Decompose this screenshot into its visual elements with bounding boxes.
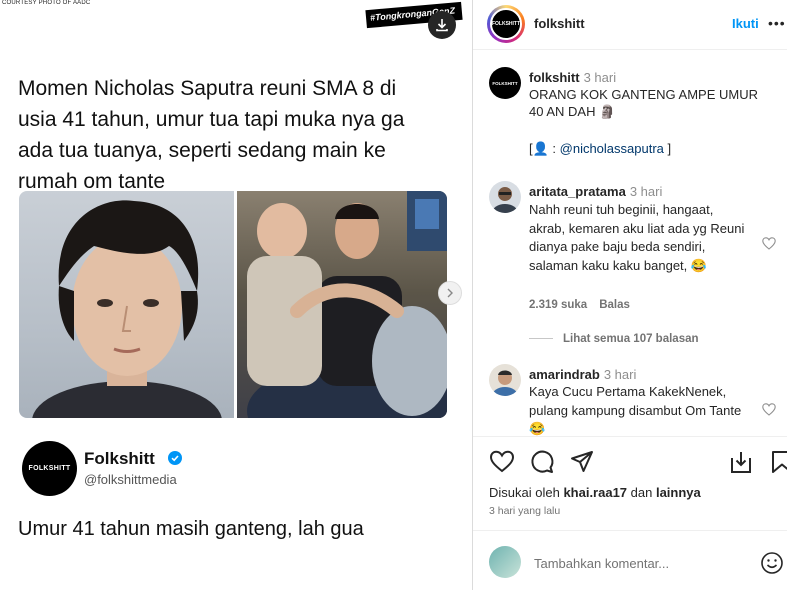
shared-post-image: COURTESY PHOTO OF AADC #TongkronganGenZ … — [0, 0, 472, 590]
header-username[interactable]: folkshitt — [534, 16, 585, 31]
view-replies-label: Lihat semua 107 balasan — [563, 333, 699, 345]
post-caption: ORANG KOK GANTENG AMPE UMUR 40 AN DAH 🗿 — [529, 87, 758, 119]
comment-username[interactable]: aritata_pratama — [529, 184, 626, 199]
more-options-button[interactable]: ••• — [768, 15, 786, 31]
header-avatar[interactable]: FOLKSHITT — [487, 5, 525, 43]
mention-link[interactable]: @nicholassaputra — [560, 141, 664, 156]
image-caption: Umur 41 tahun masih ganteng, lah gua — [18, 518, 364, 540]
comment-box-divider — [473, 530, 787, 531]
replies-line — [529, 338, 553, 340]
liked-by-user[interactable]: khai.raa17 — [563, 485, 627, 500]
comment-author-line: aritata_pratama 3 hari — [529, 183, 662, 201]
brand-name: Folkshitt — [84, 449, 155, 468]
heart-icon[interactable] — [489, 449, 515, 475]
post-date: 3 hari yang lalu — [489, 505, 561, 517]
liked-by-others[interactable]: lainnya — [656, 485, 701, 500]
header-avatar-logo: FOLKSHITT — [490, 8, 522, 40]
comment-like-count[interactable]: 2.319 suka — [529, 299, 587, 311]
comment-like-icon[interactable] — [762, 237, 776, 250]
view-replies-button[interactable]: Lihat semua 107 balasan — [529, 333, 699, 345]
post-author-username[interactable]: folkshitt — [529, 70, 580, 85]
actions-divider — [473, 436, 787, 437]
chevron-right-icon — [447, 288, 453, 298]
portrait-photo — [19, 191, 234, 418]
comment-time: 3 hari — [629, 184, 663, 199]
brand-handle: @folkshittmedia — [84, 472, 177, 487]
commenter-avatar[interactable] — [489, 181, 521, 213]
screen: COURTESY PHOTO OF AADC #TongkronganGenZ … — [0, 0, 787, 590]
liked-by-prefix: Disukai oleh — [489, 485, 564, 500]
verified-icon — [168, 451, 182, 465]
commenter-avatar[interactable] — [489, 364, 521, 396]
save-icon[interactable] — [728, 449, 754, 475]
liked-by-mid: dan — [627, 485, 656, 500]
comment-username[interactable]: amarindrab — [529, 367, 600, 382]
reunion-photo — [237, 191, 447, 418]
bookmark-icon[interactable] — [769, 449, 787, 475]
comment-time: 3 hari — [603, 367, 637, 382]
follow-button[interactable]: Ikuti — [732, 16, 759, 31]
liked-by-text: Disukai oleh khai.raa17 dan lainnya — [489, 485, 701, 500]
download-button[interactable] — [428, 11, 456, 39]
comment-text: Nahh reuni tuh beginii, hangaat, akrab, … — [529, 202, 745, 273]
post-author-avatar[interactable]: FOLKSHITT — [489, 67, 521, 99]
comment-reply-button[interactable]: Balas — [599, 299, 630, 311]
header-divider — [473, 49, 787, 50]
post-mention-line: [👤 : @nicholassaputra ] — [529, 141, 671, 157]
mention-prefix: [👤 : — [529, 141, 560, 156]
mention-suffix: ] — [663, 141, 672, 156]
post-time: 3 hari — [583, 70, 617, 85]
emoji-icon[interactable] — [760, 551, 784, 575]
comment-author-line: amarindrab 3 hari — [529, 366, 636, 384]
brand-logo: FOLKSHITT — [22, 441, 77, 496]
comment-input[interactable]: Tambahkan komentar... — [534, 556, 669, 571]
current-user-avatar — [489, 546, 521, 578]
comment-like-icon[interactable] — [762, 403, 776, 416]
post-sidebar: FOLKSHITT folkshitt Ikuti ••• FOLKSHITT … — [473, 0, 787, 590]
courtesy-credit: COURTESY PHOTO OF AADC — [2, 0, 91, 6]
post-author-line: folkshitt 3 hari — [529, 69, 616, 87]
comment-meta: 2.319 suka Balas — [529, 299, 642, 311]
download-icon — [436, 19, 448, 32]
headline-text: Momen Nicholas Saputra reuni SMA 8 di us… — [18, 77, 405, 193]
share-icon[interactable] — [569, 449, 595, 475]
next-image-button[interactable] — [438, 281, 462, 305]
comment-text: Kaya Cucu Pertama KakekNenek, pulang kam… — [529, 384, 742, 436]
comment-icon[interactable] — [529, 449, 555, 475]
